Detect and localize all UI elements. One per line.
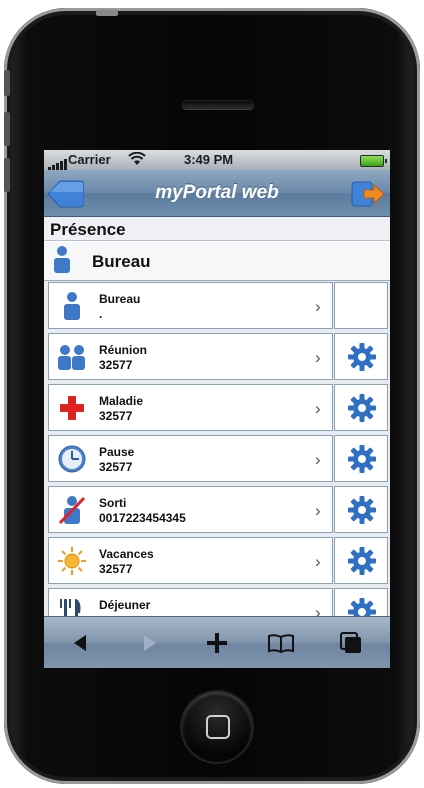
sun-icon bbox=[58, 547, 86, 575]
forward-arrow-icon bbox=[144, 635, 156, 651]
list-item[interactable]: Bureau . › bbox=[44, 281, 390, 330]
section-title: Présence bbox=[44, 217, 390, 241]
clock-icon bbox=[58, 445, 86, 473]
gear-icon bbox=[348, 598, 376, 616]
current-status-label: Bureau bbox=[92, 252, 151, 271]
pages-icon bbox=[340, 632, 361, 653]
status-bar: Carrier 3:49 PM bbox=[44, 150, 390, 170]
list-item[interactable]: Déjeuner › bbox=[44, 587, 390, 616]
presence-item-pause[interactable]: Pause 32577 › bbox=[48, 435, 333, 482]
logout-button[interactable] bbox=[350, 180, 386, 208]
item-number: . bbox=[99, 307, 103, 321]
settings-button[interactable] bbox=[334, 537, 388, 584]
browser-back-button[interactable] bbox=[66, 629, 96, 657]
presence-item-bureau[interactable]: Bureau . › bbox=[48, 282, 333, 329]
add-bookmark-button[interactable] bbox=[202, 629, 232, 657]
settings-button[interactable] bbox=[334, 384, 388, 431]
signal-icon bbox=[48, 155, 68, 170]
current-status-row: Bureau bbox=[44, 242, 390, 281]
item-number: 0017223454345 bbox=[99, 511, 186, 525]
gear-icon bbox=[348, 343, 376, 371]
chevron-right-icon: › bbox=[315, 348, 321, 367]
logout-icon bbox=[351, 181, 385, 207]
battery-icon bbox=[360, 155, 387, 167]
clock-time: 3:49 PM bbox=[184, 152, 234, 167]
settings-button[interactable] bbox=[334, 486, 388, 533]
chevron-right-icon: › bbox=[315, 552, 321, 571]
item-name: Vacances bbox=[99, 547, 154, 561]
item-name: Sorti bbox=[99, 496, 127, 510]
screen: Carrier 3:49 PM myPortal web Présence Bu… bbox=[44, 150, 390, 668]
gear-icon bbox=[348, 496, 376, 524]
person-office-icon bbox=[64, 292, 80, 320]
list-item[interactable]: Pause 32577 › bbox=[44, 434, 390, 483]
nav-bar: myPortal web bbox=[44, 170, 390, 217]
chevron-right-icon: › bbox=[315, 603, 321, 616]
settings-button[interactable] bbox=[334, 435, 388, 482]
chevron-right-icon: › bbox=[315, 297, 321, 316]
settings-cell-empty bbox=[334, 282, 388, 329]
presence-item-vacances[interactable]: Vacances 32577 › bbox=[48, 537, 333, 584]
item-name: Maladie bbox=[99, 394, 144, 408]
item-name: Déjeuner bbox=[99, 598, 151, 612]
app-title: myPortal web bbox=[155, 182, 279, 203]
browser-toolbar bbox=[44, 616, 390, 668]
presence-list: Bureau . › Réunion 32577 › Maladie 32577… bbox=[44, 281, 390, 616]
list-item[interactable]: Maladie 32577 › bbox=[44, 383, 390, 432]
wifi-icon bbox=[128, 151, 146, 169]
bookmarks-button[interactable] bbox=[266, 629, 296, 657]
speaker-grille bbox=[182, 100, 254, 109]
carrier-label: Carrier bbox=[68, 152, 111, 167]
volume-down-button bbox=[4, 158, 10, 192]
list-item[interactable]: Vacances 32577 › bbox=[44, 536, 390, 585]
item-name: Réunion bbox=[99, 343, 147, 357]
gear-icon bbox=[348, 547, 376, 575]
pages-button[interactable] bbox=[336, 629, 366, 657]
item-number: 32577 bbox=[99, 358, 133, 372]
volume-up-button bbox=[4, 112, 10, 146]
cutlery-icon bbox=[60, 599, 81, 616]
person-office-icon bbox=[54, 246, 70, 273]
presence-item-reunion[interactable]: Réunion 32577 › bbox=[48, 333, 333, 380]
mute-switch bbox=[4, 70, 10, 96]
bookmarks-icon bbox=[268, 634, 294, 654]
presence-item-dejeuner[interactable]: Déjeuner › bbox=[48, 588, 333, 616]
settings-button[interactable] bbox=[334, 333, 388, 380]
item-number: 32577 bbox=[99, 409, 133, 423]
presence-item-sorti[interactable]: Sorti 0017223454345 › bbox=[48, 486, 333, 533]
settings-button[interactable] bbox=[334, 588, 388, 616]
meeting-people-icon bbox=[58, 345, 85, 370]
gear-icon bbox=[348, 394, 376, 422]
sleep-button bbox=[96, 10, 118, 16]
item-number: 32577 bbox=[99, 460, 133, 474]
chevron-right-icon: › bbox=[315, 399, 321, 418]
item-name: Pause bbox=[99, 445, 135, 459]
list-item[interactable]: Sorti 0017223454345 › bbox=[44, 485, 390, 534]
item-number: 32577 bbox=[99, 562, 133, 576]
presence-item-maladie[interactable]: Maladie 32577 › bbox=[48, 384, 333, 431]
person-out-icon bbox=[58, 496, 86, 525]
add-icon bbox=[207, 633, 227, 653]
back-arrow-icon bbox=[74, 635, 86, 651]
browser-forward-button[interactable] bbox=[134, 629, 164, 657]
chevron-right-icon: › bbox=[315, 501, 321, 520]
chevron-right-icon: › bbox=[315, 450, 321, 469]
red-cross-icon bbox=[60, 396, 84, 420]
gear-icon bbox=[348, 445, 376, 473]
item-name: Bureau bbox=[99, 292, 141, 306]
home-button[interactable] bbox=[182, 692, 252, 762]
list-item[interactable]: Réunion 32577 › bbox=[44, 332, 390, 381]
